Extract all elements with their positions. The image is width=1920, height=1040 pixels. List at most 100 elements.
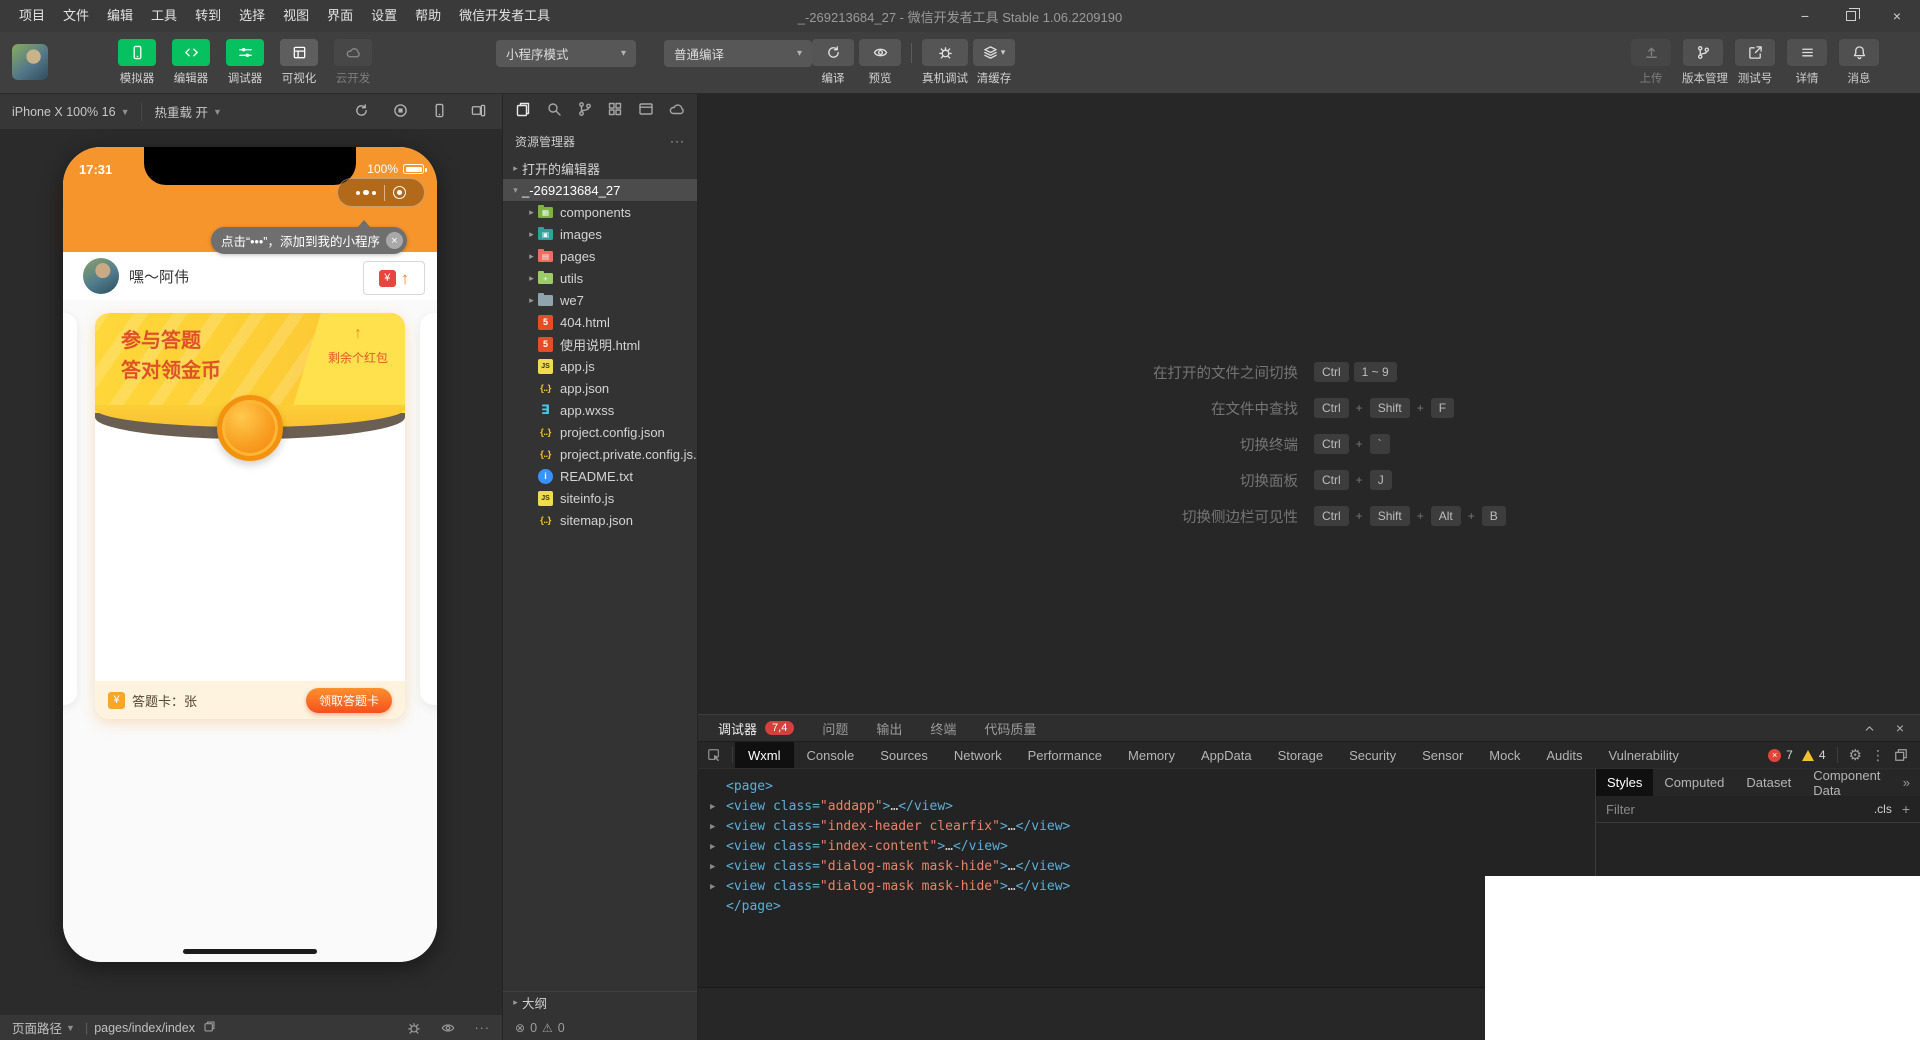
devtools-tab-Mock[interactable]: Mock xyxy=(1476,742,1533,768)
devtools-tab-Security[interactable]: Security xyxy=(1336,742,1409,768)
styles-tab-Computed[interactable]: Computed xyxy=(1653,769,1735,796)
tree-item[interactable]: {..}sitemap.json xyxy=(503,509,697,531)
toolbar-messages-button[interactable]: 消息 xyxy=(1838,39,1880,86)
menu-item[interactable]: 设置 xyxy=(362,0,406,32)
wxml-node-line[interactable]: </page> xyxy=(698,897,1595,917)
activity-cloud-icon[interactable] xyxy=(669,101,685,122)
menu-item[interactable]: 文件 xyxy=(54,0,98,32)
toolbar-editor-toggle-button[interactable]: 编辑器 xyxy=(168,39,214,86)
styles-filter-input[interactable] xyxy=(1606,802,1786,817)
toolbar-cloud-dev-button[interactable]: 云开发 xyxy=(330,39,376,86)
toolbar-details-button[interactable]: 详情 xyxy=(1786,39,1828,86)
maximize-button[interactable] xyxy=(1828,0,1874,32)
minimize-button[interactable]: − xyxy=(1782,0,1828,32)
devtools-tab-Network[interactable]: Network xyxy=(941,742,1015,768)
tree-item[interactable]: {..}project.config.json xyxy=(503,421,697,443)
devtools-tab-Sources[interactable]: Sources xyxy=(867,742,941,768)
toolbar-test-account-button[interactable]: 测试号 xyxy=(1734,39,1776,86)
error-badge-icon[interactable]: × xyxy=(1768,749,1781,762)
devtools-tab-Storage[interactable]: Storage xyxy=(1265,742,1337,768)
tree-item[interactable]: ▸we7 xyxy=(503,289,697,311)
add-style-button[interactable]: + xyxy=(1902,801,1910,817)
expand-arrow-icon[interactable]: ▶ xyxy=(710,877,715,897)
twisty-icon[interactable]: ▸ xyxy=(509,163,522,174)
devtools-tab-Sensor[interactable]: Sensor xyxy=(1409,742,1476,768)
activity-search-icon[interactable] xyxy=(546,101,562,122)
menu-item[interactable]: 选择 xyxy=(230,0,274,32)
close-button[interactable]: × xyxy=(1874,0,1920,32)
capsule-menu[interactable] xyxy=(337,178,425,207)
toolbar-compile-button[interactable]: 编译 xyxy=(812,39,854,86)
twisty-icon[interactable]: ▸ xyxy=(525,251,538,262)
tree-item[interactable]: ∃app.wxss xyxy=(503,399,697,421)
quiz-card[interactable]: ↑ 剩余个红包 参与答题 答对领金币 ¥ 答题卡：张 领取答题卡 xyxy=(95,313,405,719)
eye-icon[interactable] xyxy=(441,1021,455,1035)
activity-window-icon[interactable] xyxy=(638,101,654,122)
tree-item[interactable]: ▸▣images xyxy=(503,223,697,245)
toolbar-device-debug-button[interactable]: 真机调试 xyxy=(922,39,968,86)
twisty-icon[interactable]: ▸ xyxy=(525,295,538,306)
more-dots-icon[interactable] xyxy=(356,190,377,196)
undock-icon[interactable] xyxy=(1894,748,1908,762)
cls-toggle[interactable]: .cls xyxy=(1874,802,1892,816)
tree-item[interactable]: JSapp.js xyxy=(503,355,697,377)
explorer-more-button[interactable]: ··· xyxy=(670,134,685,148)
expand-arrow-icon[interactable]: ▶ xyxy=(710,837,715,857)
devtools-tab-Wxml[interactable]: Wxml xyxy=(735,742,794,768)
devtools-tab-Performance[interactable]: Performance xyxy=(1015,742,1115,768)
user-avatar[interactable] xyxy=(12,44,48,80)
tree-item[interactable]: ▾_-269213684_27 xyxy=(503,179,697,201)
menu-item[interactable]: 转到 xyxy=(186,0,230,32)
activity-branch-icon[interactable] xyxy=(577,101,593,122)
tree-item[interactable]: ▸▦components xyxy=(503,201,697,223)
toolbar-visualize-button[interactable]: 可视化 xyxy=(276,39,322,86)
kebab-menu-icon[interactable]: ··· xyxy=(475,1021,491,1035)
mode-select[interactable]: 小程序模式 ▾ xyxy=(496,40,636,67)
toolbar-upload-button[interactable]: 上传 xyxy=(1630,39,1672,86)
wxml-node-line[interactable]: ▶<view class="dialog-mask mask-hide">…</… xyxy=(698,857,1595,877)
twisty-icon[interactable]: ▾ xyxy=(509,185,522,196)
bug-icon[interactable] xyxy=(407,1021,421,1035)
menu-item[interactable]: 编辑 xyxy=(98,0,142,32)
activity-blocks-icon[interactable] xyxy=(607,101,623,122)
warning-badge-icon[interactable] xyxy=(1802,750,1814,761)
toolbar-clear-cache-button[interactable]: ▾清缓存 xyxy=(973,39,1015,86)
simulator-record-icon[interactable] xyxy=(393,103,408,121)
tree-item[interactable]: ▸打开的编辑器 xyxy=(503,157,697,179)
simulator-devices-icon[interactable] xyxy=(471,103,486,121)
devtools-tab-Console[interactable]: Console xyxy=(794,742,868,768)
menu-item[interactable]: 微信开发者工具 xyxy=(450,0,559,32)
wxml-node-line[interactable]: ▶<view class="index-content">…</view> xyxy=(698,837,1595,857)
panel-tab-输出[interactable]: 输出 xyxy=(876,719,902,738)
hot-reload-toggle[interactable]: 热重载 开▼ xyxy=(141,102,233,121)
inspect-element-button[interactable] xyxy=(698,742,730,768)
devtools-tab-AppData[interactable]: AppData xyxy=(1188,742,1265,768)
tooltip-close-button[interactable]: × xyxy=(386,232,403,249)
tree-item[interactable]: JSsiteinfo.js xyxy=(503,487,697,509)
menu-item[interactable]: 帮助 xyxy=(406,0,450,32)
expand-arrow-icon[interactable]: ▶ xyxy=(710,817,715,837)
menu-item[interactable]: 项目 xyxy=(10,0,54,32)
menu-item[interactable]: 工具 xyxy=(142,0,186,32)
devtools-tab-Memory[interactable]: Memory xyxy=(1115,742,1188,768)
styles-tab-Dataset[interactable]: Dataset xyxy=(1735,769,1802,796)
close-panel-icon[interactable]: × xyxy=(1896,720,1904,736)
device-select[interactable]: iPhone X 100% 16▼ xyxy=(0,105,141,119)
more-tabs-chevron[interactable]: » xyxy=(1893,769,1920,796)
kebab-menu-icon[interactable]: ⋮ xyxy=(1871,747,1885,764)
tree-item[interactable]: iREADME.txt xyxy=(503,465,697,487)
wxml-node-line[interactable]: ▶<view class="addapp">…</view> xyxy=(698,797,1595,817)
coin-icon[interactable] xyxy=(217,395,283,461)
menu-item[interactable]: 界面 xyxy=(318,0,362,32)
devtools-tab-Vulnerability[interactable]: Vulnerability xyxy=(1595,742,1691,768)
chevron-down-icon[interactable]: ▼ xyxy=(66,1023,75,1033)
panel-tab-代码质量[interactable]: 代码质量 xyxy=(984,719,1036,738)
gear-icon[interactable]: ⚙ xyxy=(1849,746,1862,764)
tree-item[interactable]: ▸▤pages xyxy=(503,245,697,267)
panel-tab-终端[interactable]: 终端 xyxy=(930,719,956,738)
wxml-node-line[interactable]: ▶<view class="index-header clearfix">…</… xyxy=(698,817,1595,837)
outline-section[interactable]: ▸ 大纲 xyxy=(503,991,697,1013)
phone-simulator[interactable]: 17:31 100% 嘿～阿伟 点击“•••”，添加到我的小程序 × ¥ ↑ xyxy=(63,147,437,962)
toolbar-debugger-toggle-button[interactable]: 调试器 xyxy=(222,39,268,86)
collapse-panel-icon[interactable] xyxy=(1863,722,1876,735)
